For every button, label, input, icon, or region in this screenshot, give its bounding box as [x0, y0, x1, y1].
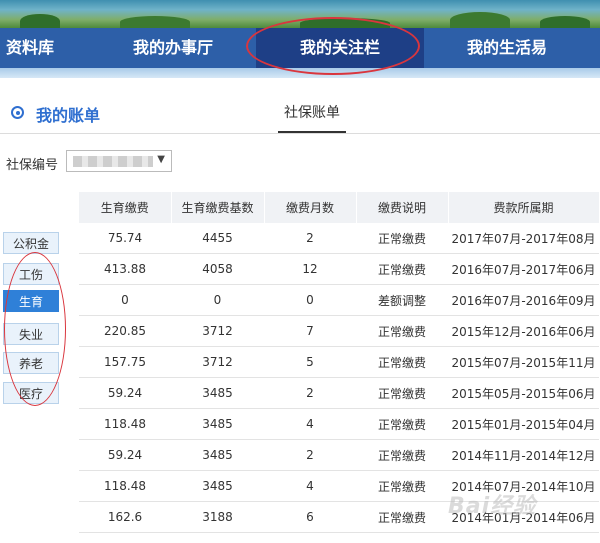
table-row: 0 0 0 差额调整 2016年07月-2016年09月: [79, 284, 599, 316]
table-row: 75.74 4455 2 正常缴费 2017年07月-2017年08月: [79, 223, 599, 254]
table-cell: 2: [264, 377, 356, 409]
table-cell: 162.6: [79, 501, 171, 533]
table-cell: 157.75: [79, 346, 171, 378]
table-cell: 差额调整: [356, 284, 448, 316]
table-cell: 0: [79, 284, 171, 316]
table-row: 118.48 3485 4 正常缴费 2014年07月-2014年10月: [79, 470, 599, 502]
table-cell: 75.74: [79, 223, 171, 254]
table-cell: 正常缴费: [356, 439, 448, 471]
table-cell: 59.24: [79, 377, 171, 409]
column-header: 缴费说明: [356, 192, 449, 223]
side-tab-pension[interactable]: 养老: [3, 352, 59, 374]
table-cell: 正常缴费: [356, 377, 448, 409]
table-cell: 3712: [171, 315, 264, 347]
table-cell: 正常缴费: [356, 346, 448, 378]
redacted-value: [73, 156, 153, 167]
table-cell: 2016年07月-2017年06月: [448, 253, 599, 285]
side-tab-fund[interactable]: 公积金: [3, 232, 59, 254]
table-row: 59.24 3485 2 正常缴费 2014年11月-2014年12月: [79, 439, 599, 471]
table-cell: 0: [264, 284, 356, 316]
table-cell: 4: [264, 470, 356, 502]
table-cell: 4: [264, 408, 356, 440]
side-tab-injury[interactable]: 工伤: [3, 263, 59, 285]
table-cell: 正常缴费: [356, 501, 448, 533]
table-cell: 59.24: [79, 439, 171, 471]
table-cell: 3712: [171, 346, 264, 378]
table-row: 118.48 3485 4 正常缴费 2015年01月-2015年04月: [79, 408, 599, 440]
table-cell: 4058: [171, 253, 264, 285]
account-header: 我的账单 社保账单: [0, 93, 600, 134]
table-cell: 12: [264, 253, 356, 285]
nav-item-library[interactable]: 资料库: [0, 28, 70, 68]
column-header: 费款所属期: [448, 192, 600, 223]
main-nav: 资料库 我的办事厅 我的关注栏 我的生活易: [0, 28, 600, 68]
table-cell: 正常缴费: [356, 470, 448, 502]
table-cell: 2016年07月-2016年09月: [448, 284, 599, 316]
table-row: 157.75 3712 5 正常缴费 2015年07月-2015年11月: [79, 346, 599, 378]
column-header: 缴费月数: [264, 192, 357, 223]
table-cell: 2: [264, 223, 356, 254]
table-cell: 正常缴费: [356, 315, 448, 347]
table-cell: 2015年07月-2015年11月: [448, 346, 599, 378]
table-cell: 2015年01月-2015年04月: [448, 408, 599, 440]
nav-item-service-hall[interactable]: 我的办事厅: [118, 28, 228, 68]
payment-table: 生育缴费 生育缴费基数 缴费月数 缴费说明 费款所属期 75.74 4455 2 正常…: [79, 192, 600, 533]
table-cell: 正常缴费: [356, 408, 448, 440]
table-cell: 正常缴费: [356, 253, 448, 285]
tab-social-bill[interactable]: 社保账单: [278, 102, 346, 133]
table-cell: 220.85: [79, 315, 171, 347]
table-cell: 6: [264, 501, 356, 533]
table-cell: 2015年05月-2015年06月: [448, 377, 599, 409]
account-title: 我的账单: [36, 106, 101, 125]
table-cell: 2014年07月-2014年10月: [448, 470, 599, 502]
table-cell: 5: [264, 346, 356, 378]
table-cell: 3485: [171, 377, 264, 409]
chevron-down-icon: ▼: [157, 154, 165, 165]
table-cell: 2014年11月-2014年12月: [448, 439, 599, 471]
table-cell: 2017年07月-2017年08月: [448, 223, 599, 254]
table-cell: 3188: [171, 501, 264, 533]
table-row: 220.85 3712 7 正常缴费 2015年12月-2016年06月: [79, 315, 599, 347]
header-banner: [0, 0, 600, 28]
table-cell: 正常缴费: [356, 223, 448, 254]
social-number-label: 社保编号: [6, 158, 59, 173]
table-cell: 413.88: [79, 253, 171, 285]
nav-item-life[interactable]: 我的生活易: [452, 28, 562, 68]
table-cell: 3485: [171, 408, 264, 440]
side-tab-medical[interactable]: 医疗: [3, 382, 59, 404]
table-row: 59.24 3485 2 正常缴费 2015年05月-2015年06月: [79, 377, 599, 409]
nav-underline-strip: [0, 68, 600, 78]
table-cell: 2015年12月-2016年06月: [448, 315, 599, 347]
side-tab-unemployment[interactable]: 失业: [3, 323, 59, 345]
table-cell: 118.48: [79, 470, 171, 502]
radio-dot-icon: [11, 106, 24, 119]
table-cell: 7: [264, 315, 356, 347]
nav-item-my-follow[interactable]: 我的关注栏: [256, 28, 424, 68]
table-cell: 4455: [171, 223, 264, 254]
table-cell: 0: [171, 284, 264, 316]
table-row: 162.6 3188 6 正常缴费 2014年01月-2014年06月: [79, 501, 599, 533]
side-tab-maternity[interactable]: 生育: [3, 290, 59, 312]
table-cell: 3485: [171, 439, 264, 471]
column-header: 生育缴费: [79, 192, 172, 223]
table-cell: 2014年01月-2014年06月: [448, 501, 599, 533]
table-row: 413.88 4058 12 正常缴费 2016年07月-2017年06月: [79, 253, 599, 285]
table-cell: 118.48: [79, 408, 171, 440]
table-cell: 2: [264, 439, 356, 471]
social-number-select[interactable]: ▼: [66, 150, 172, 172]
column-header: 生育缴费基数: [171, 192, 265, 223]
table-header-row: 生育缴费 生育缴费基数 缴费月数 缴费说明 费款所属期: [79, 192, 600, 223]
table-cell: 3485: [171, 470, 264, 502]
